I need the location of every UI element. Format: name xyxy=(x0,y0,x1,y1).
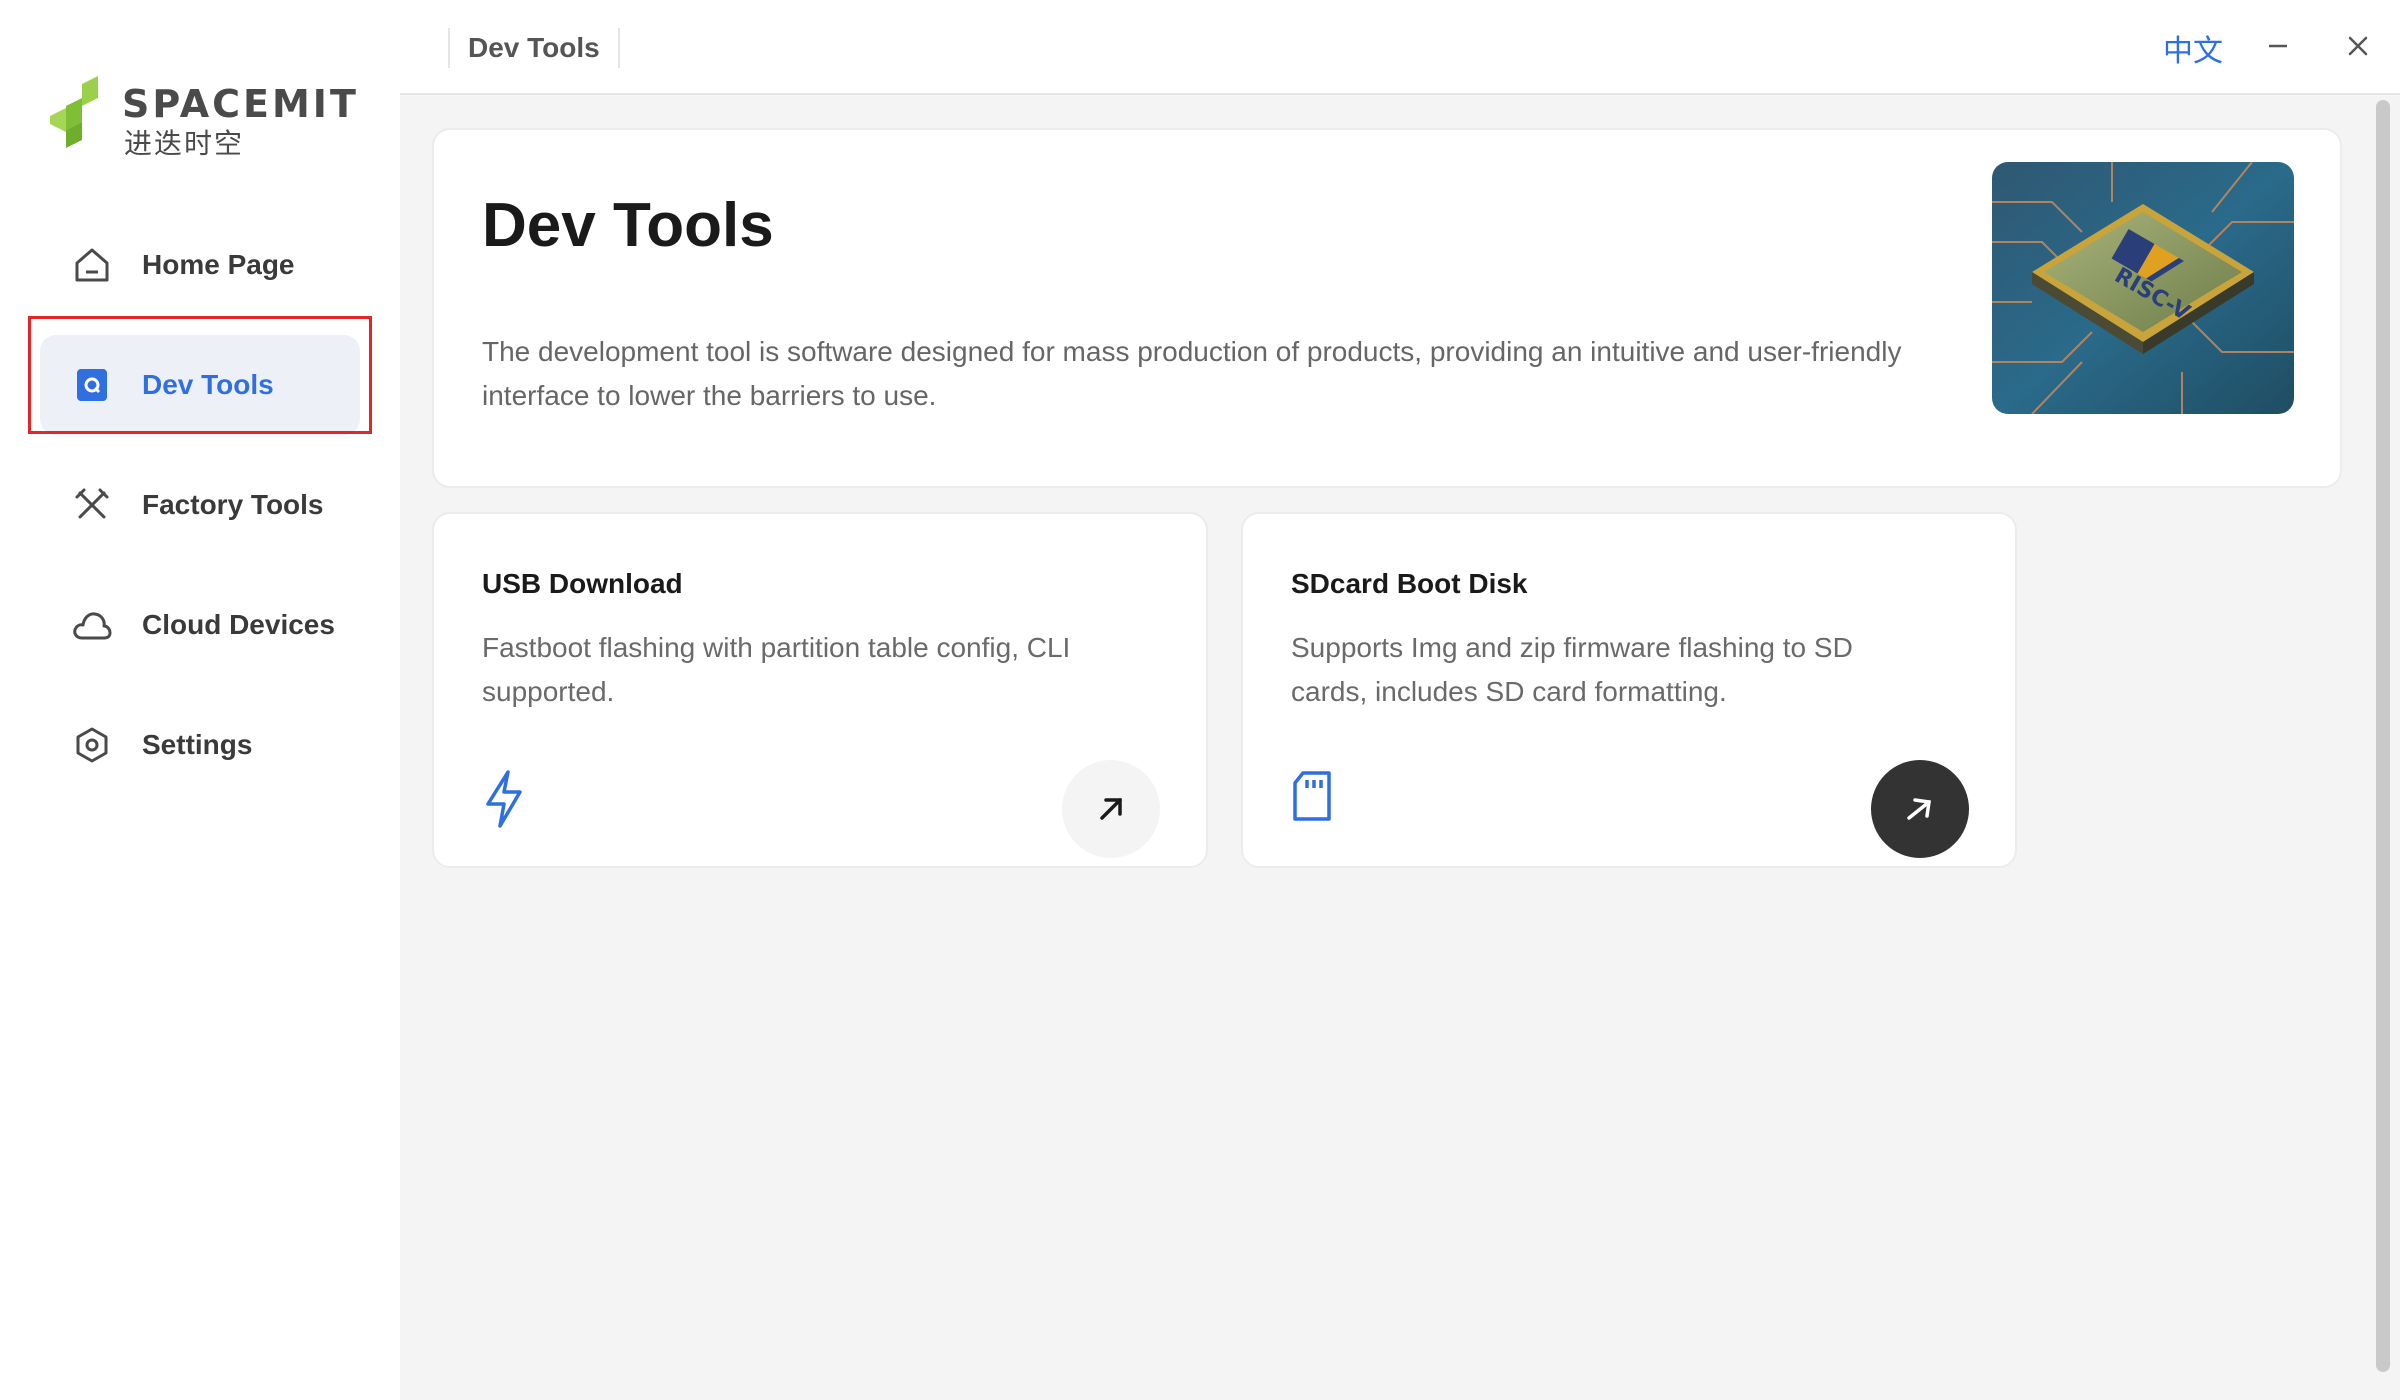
minimize-icon xyxy=(2269,44,2287,48)
spacemit-logo: SPACEMIT 进迭时空 xyxy=(50,70,360,160)
sidebar-item-label: Cloud Devices xyxy=(142,609,335,640)
top-bar: Dev Tools 中文 xyxy=(400,0,2400,95)
dev-tools-hero-card: Dev Tools The development tool is softwa… xyxy=(432,128,2342,488)
breadcrumb-label: Dev Tools xyxy=(468,32,600,63)
close-icon xyxy=(2348,36,2368,56)
sidebar-item-label: Factory Tools xyxy=(142,489,324,520)
arrow-up-right-icon xyxy=(1100,798,1122,820)
card-description: Fastboot flashing with partition table c… xyxy=(482,632,1071,707)
home-icon xyxy=(70,243,114,287)
sidebar-item-label: Settings xyxy=(142,729,253,760)
sidebar-item-home-page[interactable]: Home Page xyxy=(40,215,360,315)
settings-icon xyxy=(70,723,114,767)
page-description: The development tool is software designe… xyxy=(482,336,1902,411)
sidebar: SPACEMIT 进迭时空 Home Page Dev Tools Factor… xyxy=(0,0,400,1400)
page-title: Dev Tools xyxy=(482,191,774,260)
language-toggle[interactable]: 中文 xyxy=(2163,26,2223,70)
sidebar-item-label: Home Page xyxy=(142,249,295,280)
logo-mark-icon xyxy=(50,76,98,148)
open-sdcard-boot-disk-button[interactable] xyxy=(1871,760,1969,858)
breadcrumb: Dev Tools xyxy=(448,28,620,68)
selection-highlight-box xyxy=(28,316,372,434)
tools-icon xyxy=(70,483,114,527)
sdcard-boot-disk-card[interactable]: SDcard Boot Disk Supports Img and zip fi… xyxy=(1241,512,2017,868)
sidebar-item-cloud-devices[interactable]: Cloud Devices xyxy=(40,575,360,675)
sidebar-item-settings[interactable]: Settings xyxy=(40,695,360,795)
brand-name: SPACEMIT xyxy=(122,82,359,126)
usb-download-card[interactable]: USB Download Fastboot flashing with part… xyxy=(432,512,1208,868)
card-description: Supports Img and zip firmware flashing t… xyxy=(1291,632,1853,707)
arrow-up-right-icon xyxy=(1907,798,1931,820)
minimize-button[interactable] xyxy=(2256,24,2300,68)
sidebar-item-factory-tools[interactable]: Factory Tools xyxy=(40,455,360,555)
risc-v-chip-image: RISC-V xyxy=(1992,162,2294,414)
open-usb-download-button[interactable] xyxy=(1062,760,1160,858)
cloud-icon xyxy=(70,603,114,647)
card-title: SDcard Boot Disk xyxy=(1291,568,1528,599)
lightning-icon xyxy=(482,770,534,830)
vertical-scrollbar[interactable] xyxy=(2376,100,2390,1372)
close-button[interactable] xyxy=(2336,24,2380,68)
brand-name-cn: 进迭时空 xyxy=(124,127,245,160)
sd-card-icon xyxy=(1291,770,1343,830)
card-title: USB Download xyxy=(482,568,683,599)
